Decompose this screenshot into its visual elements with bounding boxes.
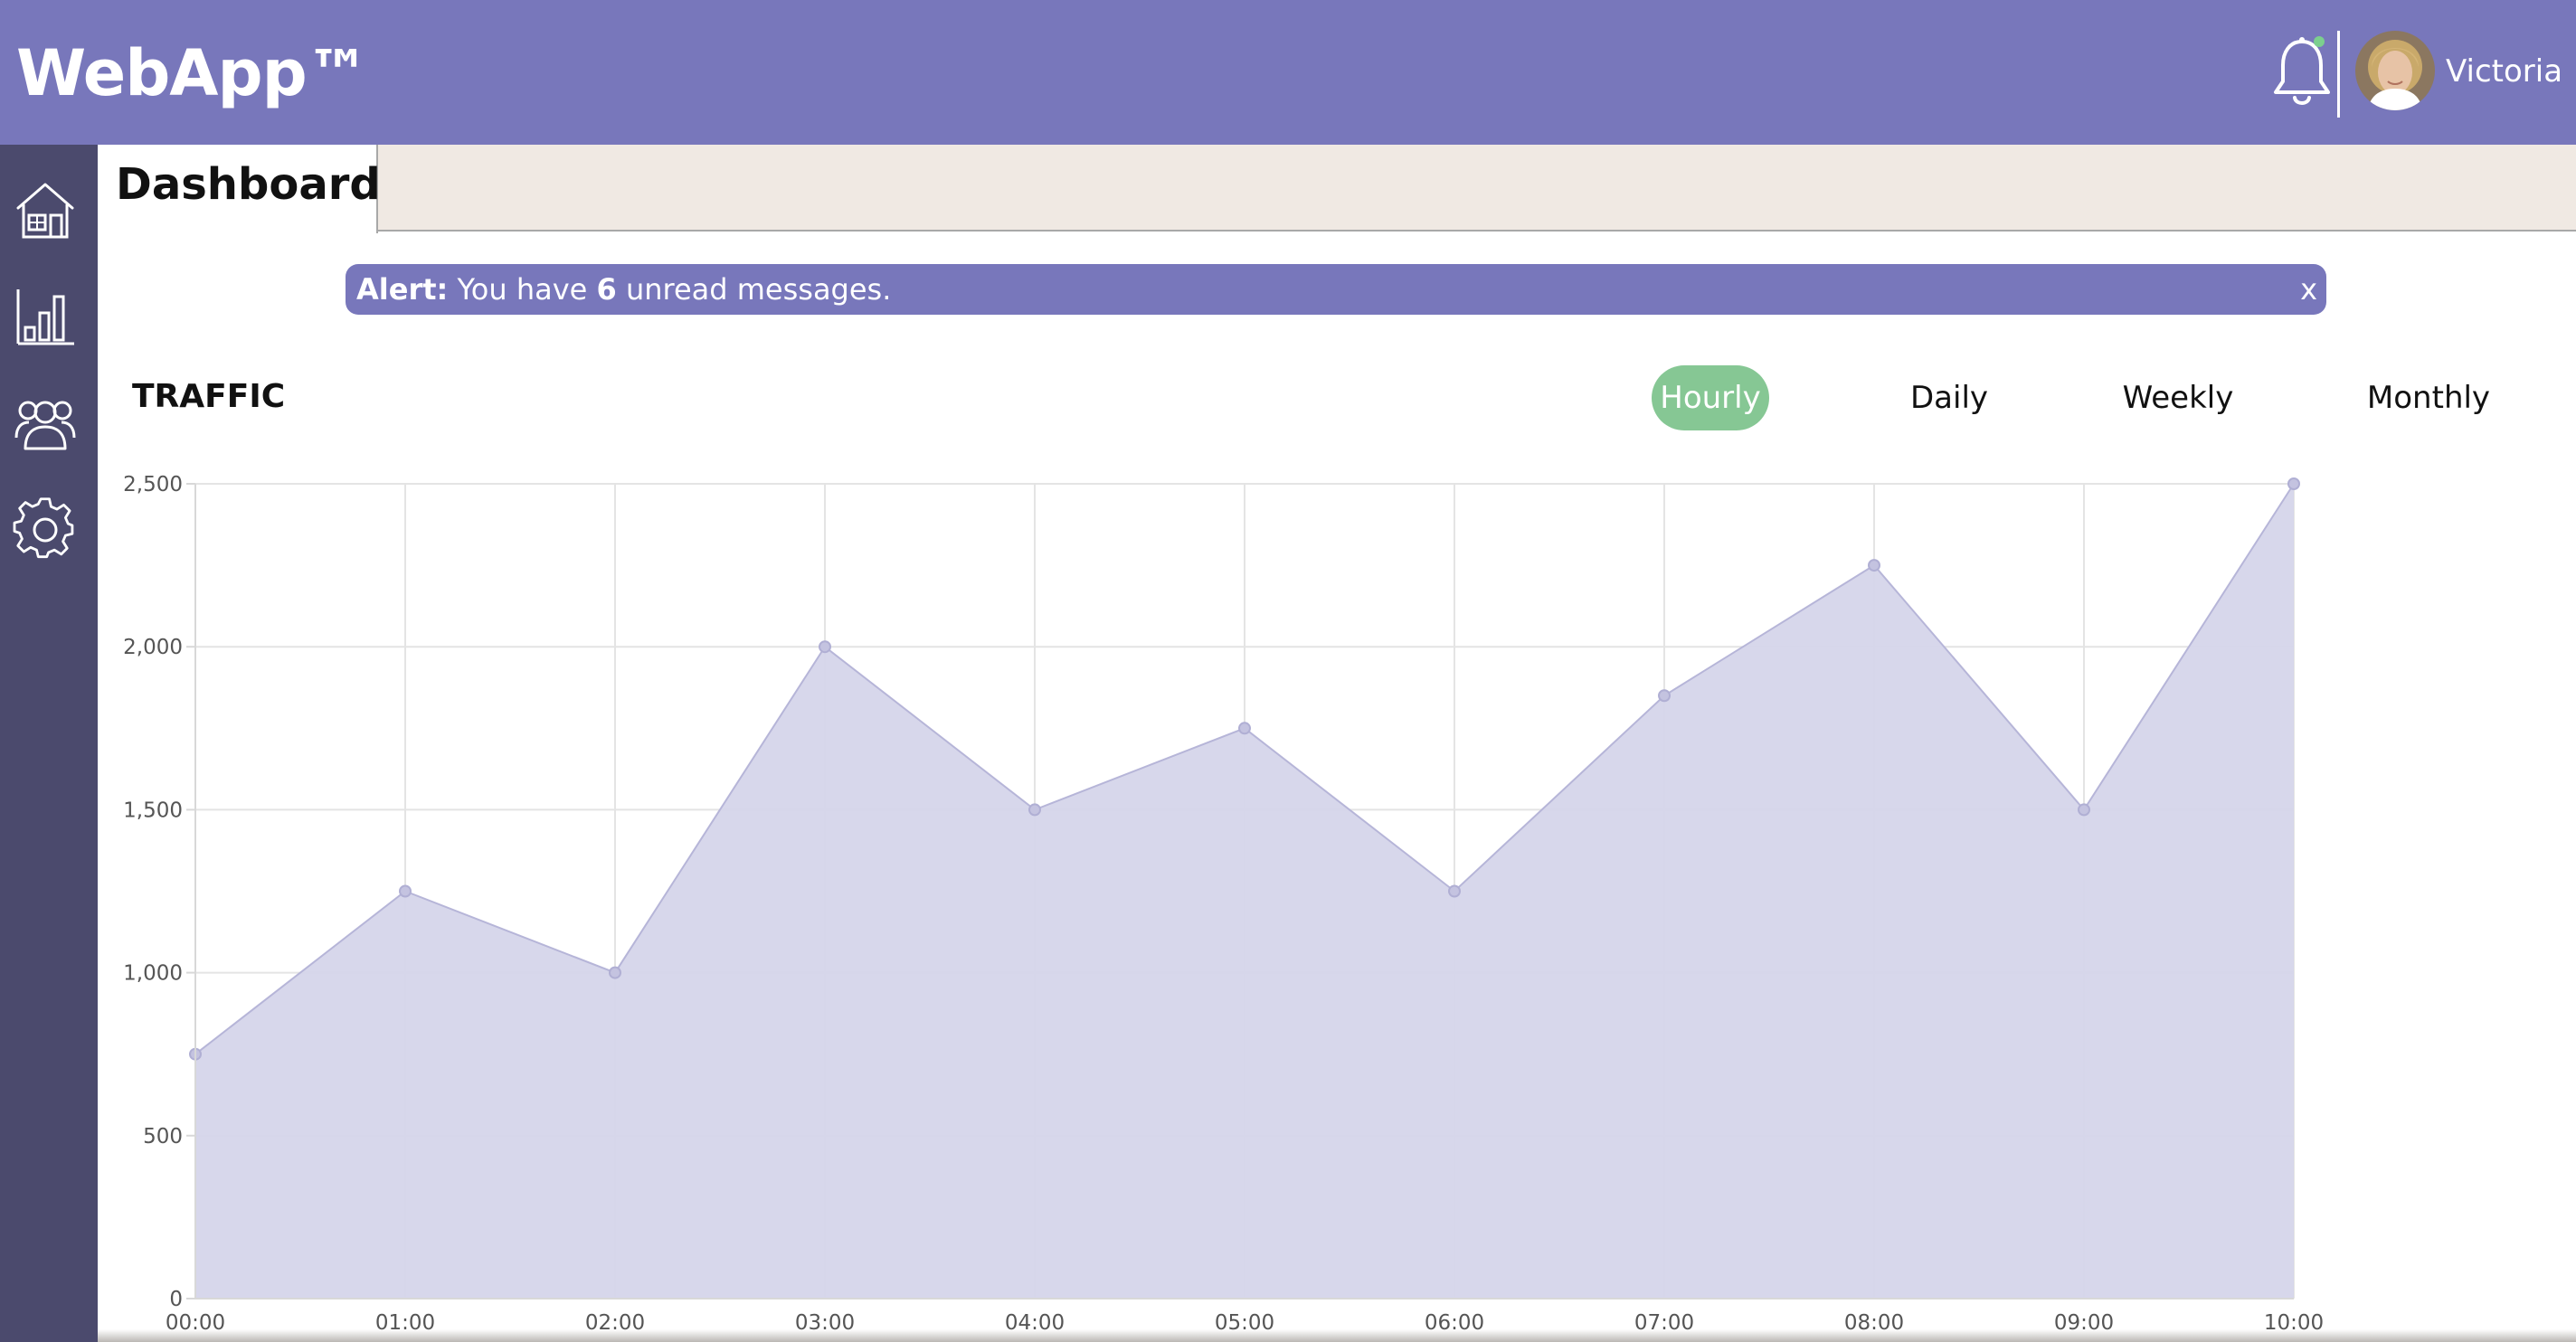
period-weekly-button[interactable]: Weekly bbox=[2117, 365, 2240, 430]
alert-text-before: You have bbox=[448, 272, 597, 307]
tab-dashboard[interactable]: Dashboard bbox=[98, 145, 381, 233]
data-point bbox=[399, 884, 412, 898]
home-icon[interactable] bbox=[13, 177, 78, 242]
data-point bbox=[1448, 884, 1461, 898]
header-divider bbox=[2337, 31, 2340, 118]
data-point bbox=[2078, 803, 2090, 817]
notification-dot bbox=[2314, 36, 2325, 47]
period-monthly-button[interactable]: Monthly bbox=[2361, 365, 2496, 430]
data-point bbox=[1868, 559, 1880, 572]
user-name[interactable]: Victoria bbox=[2446, 51, 2562, 92]
period-hourly-button[interactable]: Hourly bbox=[1652, 365, 1769, 430]
alert-count: 6 bbox=[596, 272, 617, 307]
bell-icon[interactable] bbox=[2270, 34, 2334, 112]
alert-text-after: unread messages. bbox=[616, 272, 892, 307]
brand-logo[interactable]: WebApp™ bbox=[16, 33, 370, 114]
gear-icon[interactable] bbox=[13, 497, 78, 562]
alert-prefix: Alert: bbox=[356, 272, 449, 307]
alert-banner: Alert: You have 6 unread messages. x bbox=[346, 264, 2326, 315]
y-tick-label: 0 bbox=[169, 1288, 183, 1311]
y-tick-label: 500 bbox=[143, 1125, 183, 1148]
y-tick-label: 1,000 bbox=[123, 962, 183, 986]
tab-bar: Dashboard bbox=[98, 145, 2576, 233]
bottom-edge-shadow bbox=[98, 1329, 2576, 1342]
data-point bbox=[2287, 477, 2300, 490]
period-daily-button[interactable]: Daily bbox=[1899, 365, 1999, 430]
y-tick-label: 1,500 bbox=[123, 799, 183, 822]
data-point bbox=[819, 640, 831, 654]
traffic-chart: 05001,0001,5002,0002,50000:00 01:00 02:00 0… bbox=[123, 473, 2324, 1335]
data-point bbox=[1028, 803, 1041, 817]
alert-close-button[interactable]: x bbox=[2300, 264, 2317, 315]
y-tick-label: 2,000 bbox=[123, 636, 183, 659]
top-header: WebApp™ Victoria bbox=[0, 0, 2576, 145]
traffic-title: TRAFFIC bbox=[132, 378, 286, 415]
sidebar bbox=[0, 145, 98, 1342]
data-point bbox=[1238, 722, 1251, 735]
avatar[interactable] bbox=[2355, 31, 2435, 110]
data-point bbox=[1658, 689, 1671, 703]
data-point bbox=[609, 966, 621, 979]
y-tick-label: 2,500 bbox=[123, 473, 183, 496]
bar-chart-icon[interactable] bbox=[13, 284, 78, 349]
users-icon[interactable] bbox=[13, 391, 78, 456]
tab-dashboard-label: Dashboard bbox=[116, 159, 381, 210]
